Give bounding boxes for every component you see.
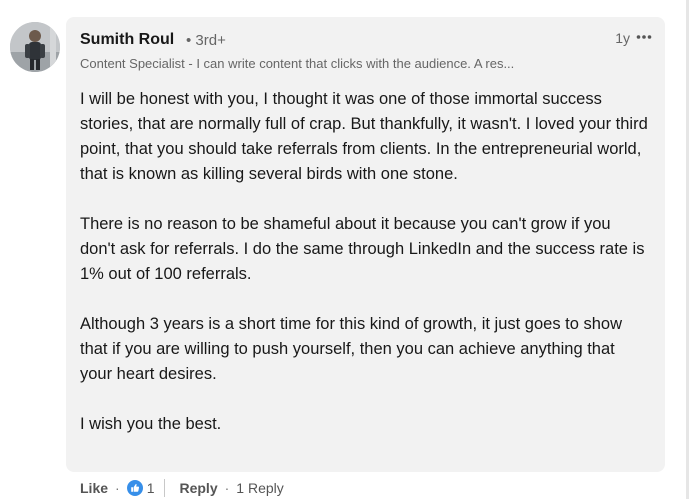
separator-dot: · bbox=[224, 480, 230, 496]
comment-thread: Sumith Roul • 3rd+ 1y Content Specialist… bbox=[0, 0, 689, 499]
comment-paragraph: There is no reason to be shameful about … bbox=[80, 215, 645, 283]
comment-actions: Like · 1 Reply · 1 Reply bbox=[80, 477, 284, 499]
author-headline: Content Specialist - I can write content… bbox=[80, 56, 515, 71]
like-button[interactable]: Like bbox=[80, 480, 108, 496]
avatar[interactable] bbox=[10, 22, 60, 72]
comment-paragraph: I wish you the best. bbox=[80, 415, 222, 433]
actions-divider bbox=[164, 479, 166, 497]
connection-degree: • 3rd+ bbox=[186, 32, 226, 49]
comment-bubble: Sumith Roul • 3rd+ 1y Content Specialist… bbox=[66, 17, 665, 472]
separator-dot: · bbox=[115, 480, 120, 496]
avatar-photo bbox=[10, 22, 60, 72]
previous-comment-fragment bbox=[160, 0, 220, 4]
comment-paragraph: Although 3 years is a short time for thi… bbox=[80, 315, 623, 383]
reaction-count[interactable]: 1 bbox=[147, 480, 155, 496]
comment-text: I will be honest with you, I thought it … bbox=[80, 87, 650, 437]
comment-timestamp: 1y bbox=[615, 30, 630, 46]
more-options-button[interactable] bbox=[633, 27, 655, 47]
author-name[interactable]: Sumith Roul bbox=[80, 31, 174, 49]
replies-link[interactable]: 1 Reply bbox=[236, 480, 283, 496]
comment-paragraph: I will be honest with you, I thought it … bbox=[80, 90, 648, 183]
thumbs-up-icon[interactable] bbox=[126, 480, 143, 496]
ellipsis-icon bbox=[636, 35, 652, 39]
reply-button[interactable]: Reply bbox=[179, 480, 217, 496]
